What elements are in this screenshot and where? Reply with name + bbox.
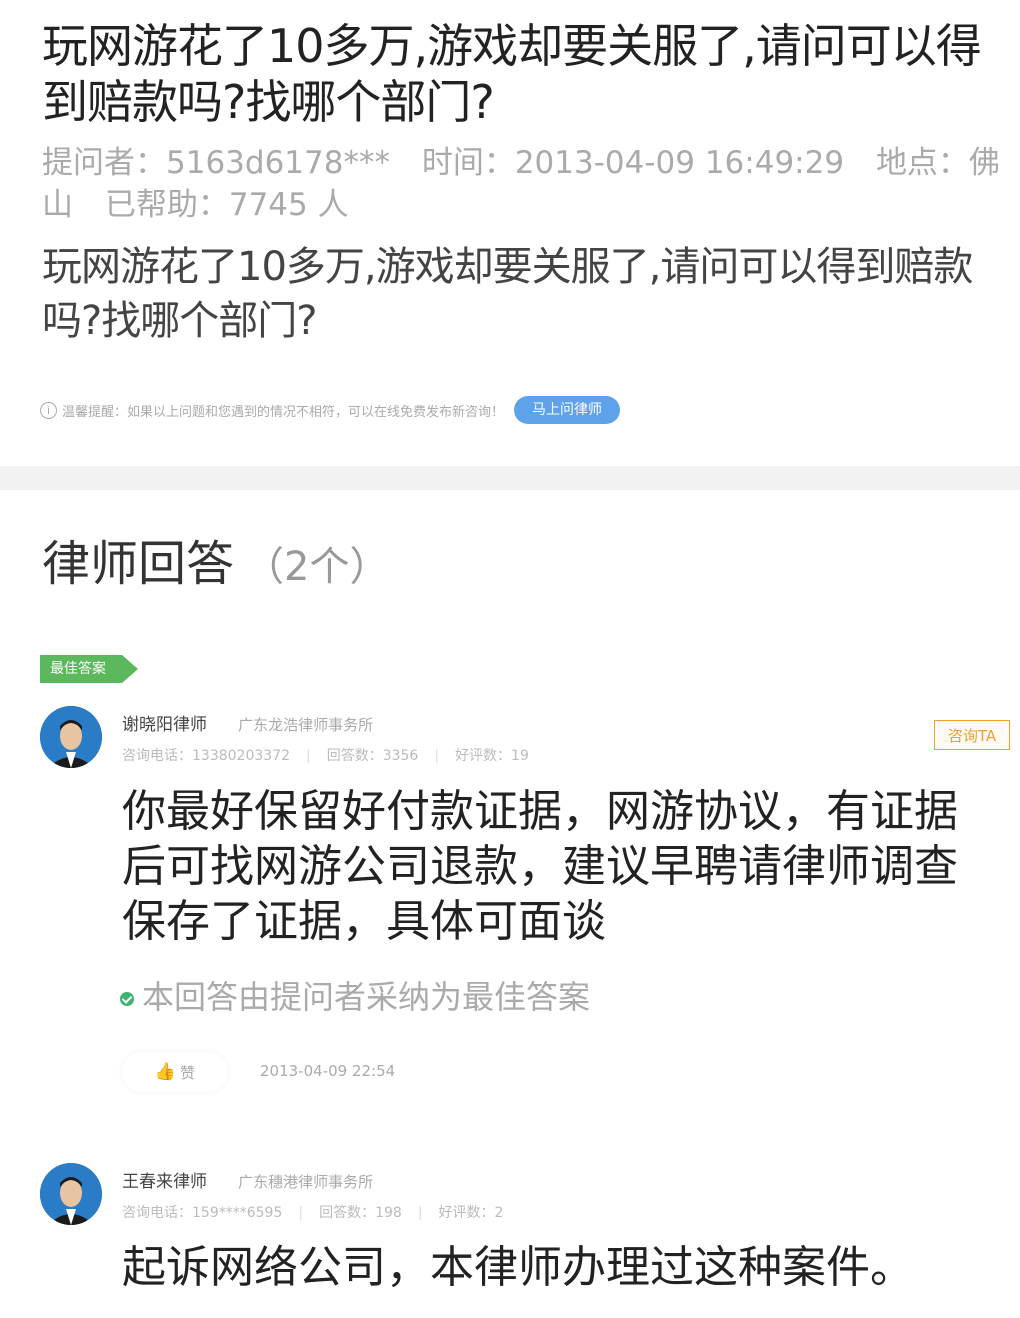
rating-count: 好评数：19 bbox=[455, 748, 529, 764]
question-body: 玩网游花了10多万,游戏却要关服了,请问可以得到赔款吗?找哪个部门? bbox=[42, 244, 973, 344]
lawyer-portrait-icon bbox=[40, 706, 102, 768]
answers-count: （2个） bbox=[244, 544, 390, 590]
tip-text: 温馨提醒：如果以上问题和您遇到的情况不相符，可以在线免费发布新咨询！ bbox=[62, 404, 505, 420]
lawyer-portrait-icon bbox=[40, 1163, 102, 1225]
phone: 咨询电话：13380203372 bbox=[122, 748, 290, 764]
tip-row: i 温馨提醒：如果以上问题和您遇到的情况不相符，可以在线免费发布新咨询！ 马上问… bbox=[40, 396, 621, 424]
lawyer-stats: 咨询电话：13380203372 | 回答数：3356 | 好评数：19 bbox=[122, 748, 529, 764]
answer-count: 回答数：198 bbox=[319, 1205, 402, 1221]
best-answer-badge: 最佳答案 bbox=[40, 655, 122, 683]
thumbs-up-icon: 👍 bbox=[154, 1062, 177, 1082]
info-icon: i bbox=[40, 401, 57, 419]
adopted-text: 本回答由提问者采纳为最佳答案 bbox=[142, 978, 591, 1016]
best-answer-badge-tip bbox=[122, 655, 138, 683]
like-button[interactable]: 👍 赞 bbox=[122, 1052, 228, 1092]
lawyer-stats: 咨询电话：159****6595 | 回答数：198 | 好评数：2 bbox=[122, 1205, 504, 1221]
answers-title: 律师回答 bbox=[42, 536, 235, 592]
answers-header: 律师回答 （2个） bbox=[42, 532, 389, 599]
section-divider bbox=[0, 466, 1020, 490]
avatar[interactable] bbox=[40, 706, 102, 768]
answer-text: 起诉网络公司，本律师办理过这种案件。 bbox=[122, 1242, 914, 1293]
ask-lawyer-button[interactable]: 马上问律师 bbox=[514, 396, 621, 424]
lawyer-header: 王春来律师 广东穗港律师事务所 bbox=[122, 1167, 373, 1192]
answer-date: 2013-04-09 22:54 bbox=[260, 1062, 396, 1080]
answer-count: 回答数：3356 bbox=[326, 748, 419, 764]
consult-button[interactable]: 咨询TA bbox=[934, 720, 1010, 750]
lawyer-name[interactable]: 谢晓阳律师 bbox=[122, 715, 207, 735]
question-meta: 提问者：5163d6178*** 时间：2013-04-09 16:49:29 … bbox=[42, 142, 1002, 226]
law-firm: 广东穗港律师事务所 bbox=[238, 1173, 374, 1191]
phone: 咨询电话：159****6595 bbox=[122, 1205, 283, 1221]
check-icon bbox=[120, 992, 134, 1006]
like-label: 赞 bbox=[180, 1063, 196, 1082]
answer-text: 你最好保留好付款证据，网游协议，有证据后可找网游公司退款，建议早聘请律师调查保存… bbox=[122, 786, 958, 947]
question-title: 玩网游花了10多万,游戏却要关服了,请问可以得到赔款吗?找哪个部门? bbox=[42, 19, 982, 129]
rating-count: 好评数：2 bbox=[438, 1205, 504, 1221]
adopted-note: 本回答由提问者采纳为最佳答案 bbox=[120, 972, 590, 1018]
lawyer-name[interactable]: 王春来律师 bbox=[122, 1172, 207, 1192]
asker: 提问者：5163d6178*** bbox=[42, 145, 390, 181]
helped-count: 已帮助：7745 人 bbox=[104, 187, 349, 223]
question-time: 时间：2013-04-09 16:49:29 bbox=[421, 145, 845, 181]
law-firm: 广东龙浩律师事务所 bbox=[238, 716, 374, 734]
avatar[interactable] bbox=[40, 1163, 102, 1225]
lawyer-header: 谢晓阳律师 广东龙浩律师事务所 bbox=[122, 710, 373, 735]
